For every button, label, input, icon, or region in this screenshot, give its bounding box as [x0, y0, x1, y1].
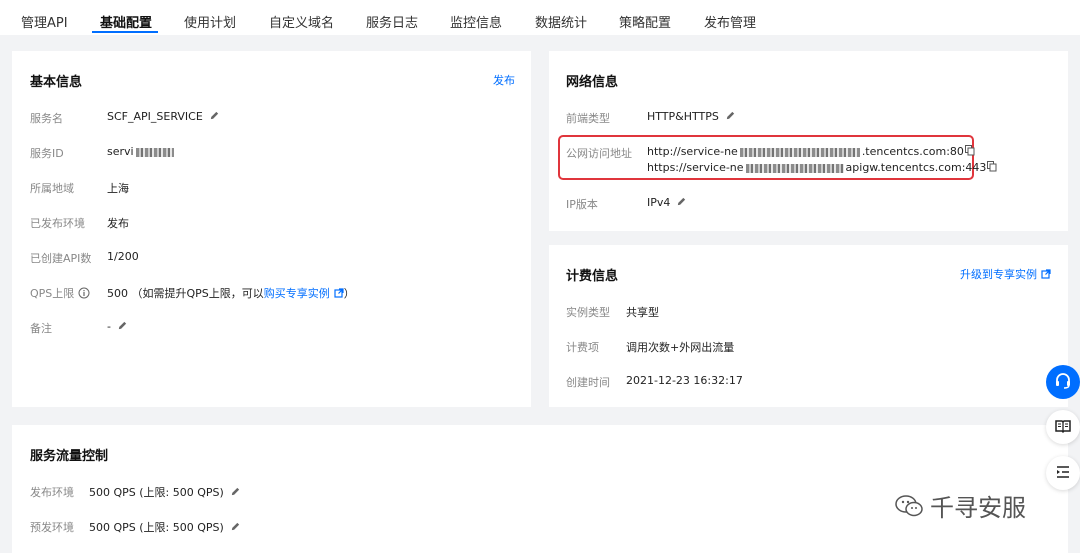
redacted-mask	[135, 147, 174, 157]
copy-https-icon[interactable]	[987, 161, 997, 175]
https-address-suffix: apigw.tencentcs.com:443	[845, 161, 987, 174]
book-icon	[1054, 417, 1072, 438]
edit-service-name-icon[interactable]	[209, 110, 220, 124]
edit-prerelease-qps-icon[interactable]	[230, 521, 241, 535]
qps-limit-row: 500 （如需提升QPS上限，可以购买专享实例 ）	[107, 285, 355, 301]
qps-limit-label: QPS上限	[30, 287, 75, 300]
api-count-value: 1/200	[107, 250, 139, 263]
external-link-icon	[334, 287, 344, 301]
remark-row: -	[107, 320, 128, 334]
instance-type-value: 共享型	[626, 306, 659, 319]
billing-item-value: 调用次数+外网出流量	[626, 341, 735, 354]
published-env-label: 已发布环境	[30, 217, 85, 230]
info-icon[interactable]	[78, 287, 90, 302]
billing-item-label: 计费项	[566, 341, 599, 354]
public-address-label: 公网访问地址	[566, 147, 632, 160]
tab-statistics[interactable]: 数据统计	[535, 12, 587, 31]
prerelease-env-value: 500 QPS (上限: 500 QPS)	[89, 521, 224, 534]
network-info-title: 网络信息	[566, 75, 619, 90]
service-id-label: 服务ID	[30, 147, 64, 160]
instance-type-label: 实例类型	[566, 306, 610, 319]
http-address-suffix: .tencentcs.com:80	[861, 145, 964, 158]
frontend-type-value: HTTP&HTTPS	[647, 110, 719, 123]
ip-version-label: IP版本	[566, 198, 598, 211]
release-env-row: 500 QPS (上限: 500 QPS)	[89, 484, 241, 500]
active-tab-indicator	[92, 31, 158, 33]
publish-link[interactable]: 发布	[493, 72, 515, 88]
prerelease-env-row: 500 QPS (上限: 500 QPS)	[89, 519, 241, 535]
remark-value: -	[107, 320, 111, 333]
basic-info-title: 基本信息	[30, 75, 83, 90]
network-info-card: 网络信息 前端类型 HTTP&HTTPS 公网访问地址 http://servi…	[549, 51, 1068, 231]
docs-button[interactable]	[1046, 410, 1080, 444]
watermark-text: 千寻安服	[930, 494, 1026, 522]
redacted-mask	[745, 163, 844, 173]
tab-service-log[interactable]: 服务日志	[366, 12, 418, 31]
billing-info-card: 计费信息 升级到专享实例 实例类型 共享型 计费项 调用次数+外网出流量 创建时…	[549, 245, 1068, 407]
region-value: 上海	[107, 182, 129, 195]
http-address-prefix: http://service-ne	[647, 145, 738, 158]
tab-policy-config[interactable]: 策略配置	[619, 12, 671, 31]
tab-release-management[interactable]: 发布管理	[704, 12, 756, 31]
https-address-row: https://service-ne apigw.tencentcs.com:44…	[647, 161, 997, 175]
qps-note-end: ）	[343, 287, 355, 300]
tab-basic-config[interactable]: 基础配置	[100, 12, 152, 31]
service-name-label: 服务名	[30, 112, 63, 125]
basic-info-card: 基本信息 发布 服务名 SCF_API_SERVICE 服务ID servi 所…	[12, 51, 531, 407]
edit-release-qps-icon[interactable]	[230, 486, 241, 500]
ip-version-value: IPv4	[647, 196, 671, 209]
service-name-row: SCF_API_SERVICE	[107, 110, 220, 124]
wechat-icon	[894, 493, 924, 525]
edit-ip-version-icon[interactable]	[676, 196, 687, 210]
billing-info-title: 计费信息	[566, 269, 619, 284]
region-label: 所属地域	[30, 182, 74, 195]
api-count-label: 已创建API数	[30, 252, 92, 265]
release-env-label: 发布环境	[30, 486, 74, 499]
service-id-row: servi	[107, 145, 174, 158]
published-env-value: 发布	[107, 217, 129, 230]
created-time-label: 创建时间	[566, 376, 610, 389]
edit-remark-icon[interactable]	[117, 320, 128, 334]
upgrade-dedicated-link[interactable]: 升级到专享实例	[960, 266, 1051, 282]
qps-note: （如需提升QPS上限，可以	[131, 287, 264, 300]
edit-frontend-type-icon[interactable]	[725, 110, 736, 124]
tab-manage-api[interactable]: 管理API	[21, 12, 68, 31]
buy-dedicated-instance-link[interactable]: 购买专享实例	[264, 287, 330, 300]
tab-usage-plan[interactable]: 使用计划	[184, 12, 236, 31]
frontend-type-label: 前端类型	[566, 112, 610, 125]
external-link-icon	[1041, 268, 1051, 282]
list-indent-icon	[1055, 464, 1071, 483]
service-id-value: servi	[107, 145, 134, 158]
tab-bar: 管理API 基础配置 使用计划 自定义域名 服务日志 监控信息 数据统计 策略配…	[0, 0, 1080, 35]
watermark: 千寻安服	[894, 488, 1026, 525]
prerelease-env-label: 预发环境	[30, 521, 74, 534]
tab-custom-domain[interactable]: 自定义域名	[269, 12, 334, 31]
copy-http-icon[interactable]	[964, 145, 975, 159]
menu-toggle-button[interactable]	[1046, 456, 1080, 490]
https-address-prefix: https://service-ne	[647, 161, 744, 174]
service-name-value: SCF_API_SERVICE	[107, 110, 203, 123]
upgrade-dedicated-text: 升级到专享实例	[960, 268, 1037, 281]
release-env-value: 500 QPS (上限: 500 QPS)	[89, 486, 224, 499]
customer-service-button[interactable]	[1046, 365, 1080, 399]
remark-label: 备注	[30, 322, 52, 335]
qps-limit-label-row: QPS上限	[30, 285, 90, 302]
traffic-control-title: 服务流量控制	[30, 449, 109, 464]
ip-version-row: IPv4	[647, 196, 687, 210]
redacted-mask	[739, 147, 860, 157]
created-time-value: 2021-12-23 16:32:17	[626, 374, 743, 387]
qps-limit-value: 500	[107, 287, 128, 300]
http-address-row: http://service-ne .tencentcs.com:80	[647, 145, 975, 159]
headset-icon	[1054, 372, 1072, 393]
frontend-type-row: HTTP&HTTPS	[647, 110, 736, 124]
tab-monitoring[interactable]: 监控信息	[450, 12, 502, 31]
